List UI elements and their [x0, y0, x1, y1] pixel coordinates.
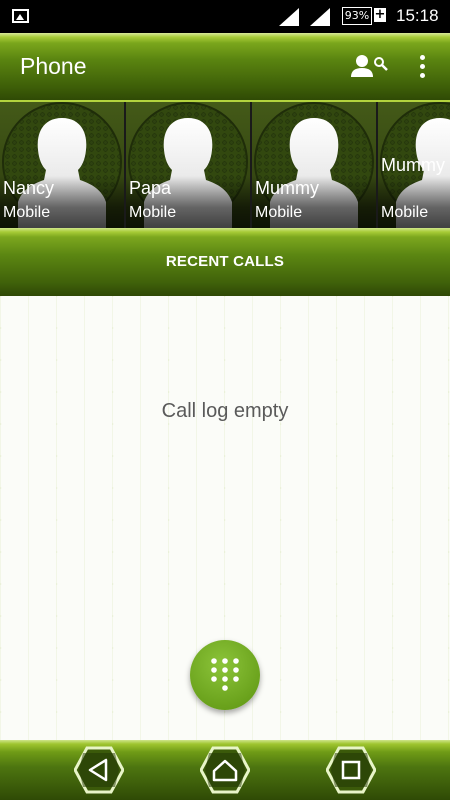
- app-bar: Phone: [0, 33, 450, 102]
- back-icon[interactable]: [74, 746, 124, 794]
- contact-name: Mummy Kalkaji: [381, 155, 450, 175]
- favorite-contact[interactable]: Papa Mobile: [126, 102, 250, 228]
- battery-level: 93%: [342, 7, 372, 25]
- gallery-notification-icon: [12, 9, 29, 23]
- signal-icon: [279, 8, 299, 26]
- favorite-contact[interactable]: Mummy Kalkaji Mobile: [378, 102, 450, 228]
- home-icon[interactable]: [200, 746, 250, 794]
- navigation-bar: [0, 740, 450, 800]
- contact-number-type: Mobile: [3, 204, 51, 221]
- page-title: Phone: [20, 53, 87, 79]
- contact-number-type: Mobile: [129, 204, 177, 221]
- recent-calls-header[interactable]: RECENT CALLS: [0, 228, 450, 296]
- empty-state-message: Call log empty: [161, 400, 289, 422]
- contact-name: Papa: [129, 178, 172, 198]
- status-bar: 93% + 15:18: [0, 0, 450, 33]
- contact-name: Mummy: [255, 178, 319, 198]
- signal-icon-2: [310, 8, 330, 26]
- more-vert-icon[interactable]: [414, 55, 430, 81]
- favorite-contact[interactable]: Mummy Mobile: [252, 102, 376, 228]
- charging-icon: +: [374, 7, 386, 22]
- recents-icon[interactable]: [326, 746, 376, 794]
- contact-name: Nancy: [3, 178, 55, 198]
- clock: 15:18: [396, 6, 439, 25]
- contact-number-type: Mobile: [381, 204, 429, 221]
- dialpad-button[interactable]: [190, 640, 260, 710]
- dialpad-icon: [211, 658, 239, 691]
- favorite-contact[interactable]: Nancy Mobile: [0, 102, 124, 228]
- contact-number-type: Mobile: [255, 204, 303, 221]
- favorites-strip: Nancy Mobile Papa Mobile Mummy Mobile Mu…: [0, 102, 450, 228]
- recent-calls-label: RECENT CALLS: [165, 253, 285, 270]
- person-search-icon[interactable]: [350, 53, 390, 83]
